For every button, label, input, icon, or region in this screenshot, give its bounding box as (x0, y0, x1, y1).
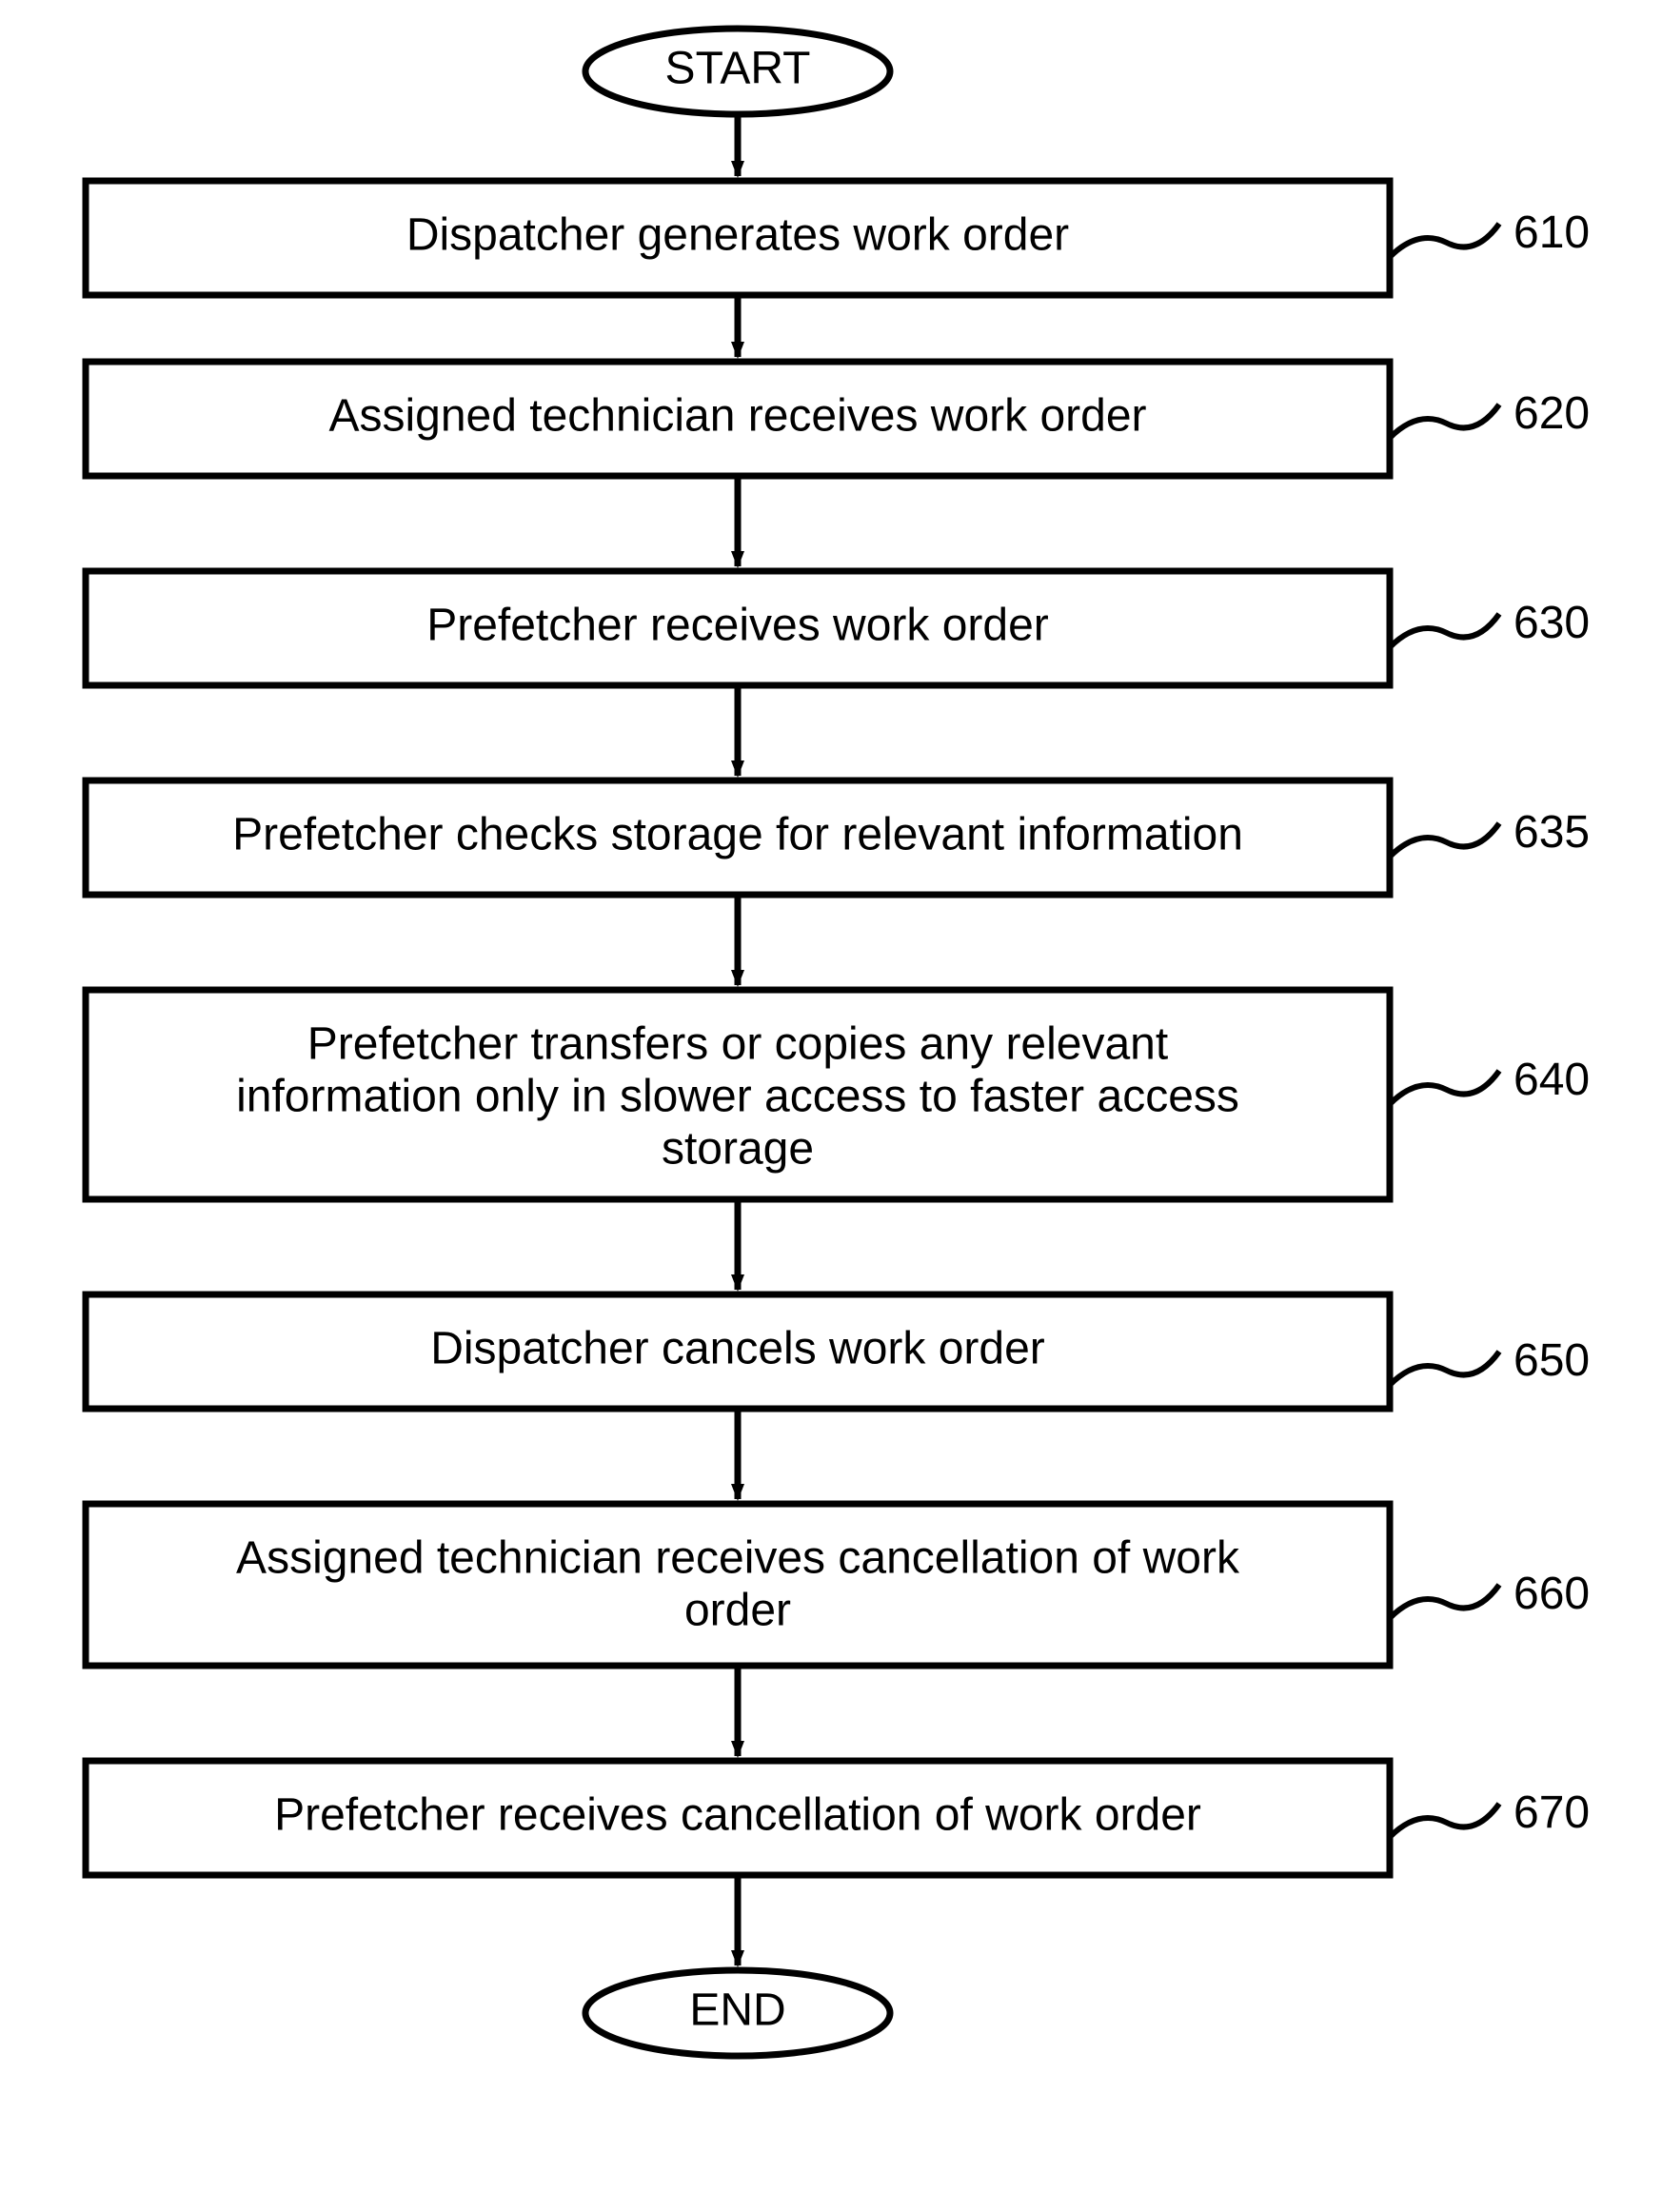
leader-650 (1390, 1352, 1499, 1385)
leader-670 (1390, 1804, 1499, 1837)
step-660-line2: order (684, 1586, 791, 1636)
ref-635: 635 (1514, 807, 1590, 858)
start-terminator: START (585, 29, 890, 114)
step-620: Assigned technician receives work order (86, 362, 1390, 476)
ref-640: 640 (1514, 1055, 1590, 1105)
step-660: Assigned technician receives cancellatio… (86, 1504, 1390, 1666)
step-650: Dispatcher cancels work order (86, 1294, 1390, 1409)
ref-630: 630 (1514, 598, 1590, 648)
end-terminator: END (585, 1970, 890, 2056)
flowchart: START Dispatcher generates work order 61… (0, 0, 1662, 2212)
step-630: Prefetcher receives work order (86, 571, 1390, 685)
leader-635 (1390, 823, 1499, 857)
step-640-line2: information only in slower access to fas… (236, 1072, 1239, 1122)
start-label: START (665, 44, 811, 94)
step-640: Prefetcher transfers or copies any relev… (86, 990, 1390, 1199)
leader-620 (1390, 405, 1499, 438)
leader-610 (1390, 224, 1499, 257)
leader-640 (1390, 1071, 1499, 1104)
step-650-text: Dispatcher cancels work order (430, 1324, 1045, 1374)
ref-650: 650 (1514, 1335, 1590, 1386)
step-610-text: Dispatcher generates work order (406, 210, 1069, 261)
step-620-text: Assigned technician receives work order (328, 391, 1146, 442)
step-610: Dispatcher generates work order (86, 181, 1390, 295)
step-670-text: Prefetcher receives cancellation of work… (274, 1790, 1201, 1841)
step-640-line1: Prefetcher transfers or copies any relev… (307, 1019, 1168, 1070)
ref-620: 620 (1514, 388, 1590, 439)
step-635-text: Prefetcher checks storage for relevant i… (232, 810, 1243, 860)
step-660-line1: Assigned technician receives cancellatio… (236, 1533, 1240, 1584)
ref-670: 670 (1514, 1787, 1590, 1838)
step-670: Prefetcher receives cancellation of work… (86, 1761, 1390, 1875)
step-630-text: Prefetcher receives work order (426, 601, 1049, 651)
step-635: Prefetcher checks storage for relevant i… (86, 780, 1390, 895)
end-label: END (689, 1985, 785, 2036)
ref-660: 660 (1514, 1569, 1590, 1619)
leader-630 (1390, 614, 1499, 647)
step-640-line3: storage (662, 1124, 814, 1175)
ref-610: 610 (1514, 207, 1590, 258)
leader-660 (1390, 1585, 1499, 1618)
